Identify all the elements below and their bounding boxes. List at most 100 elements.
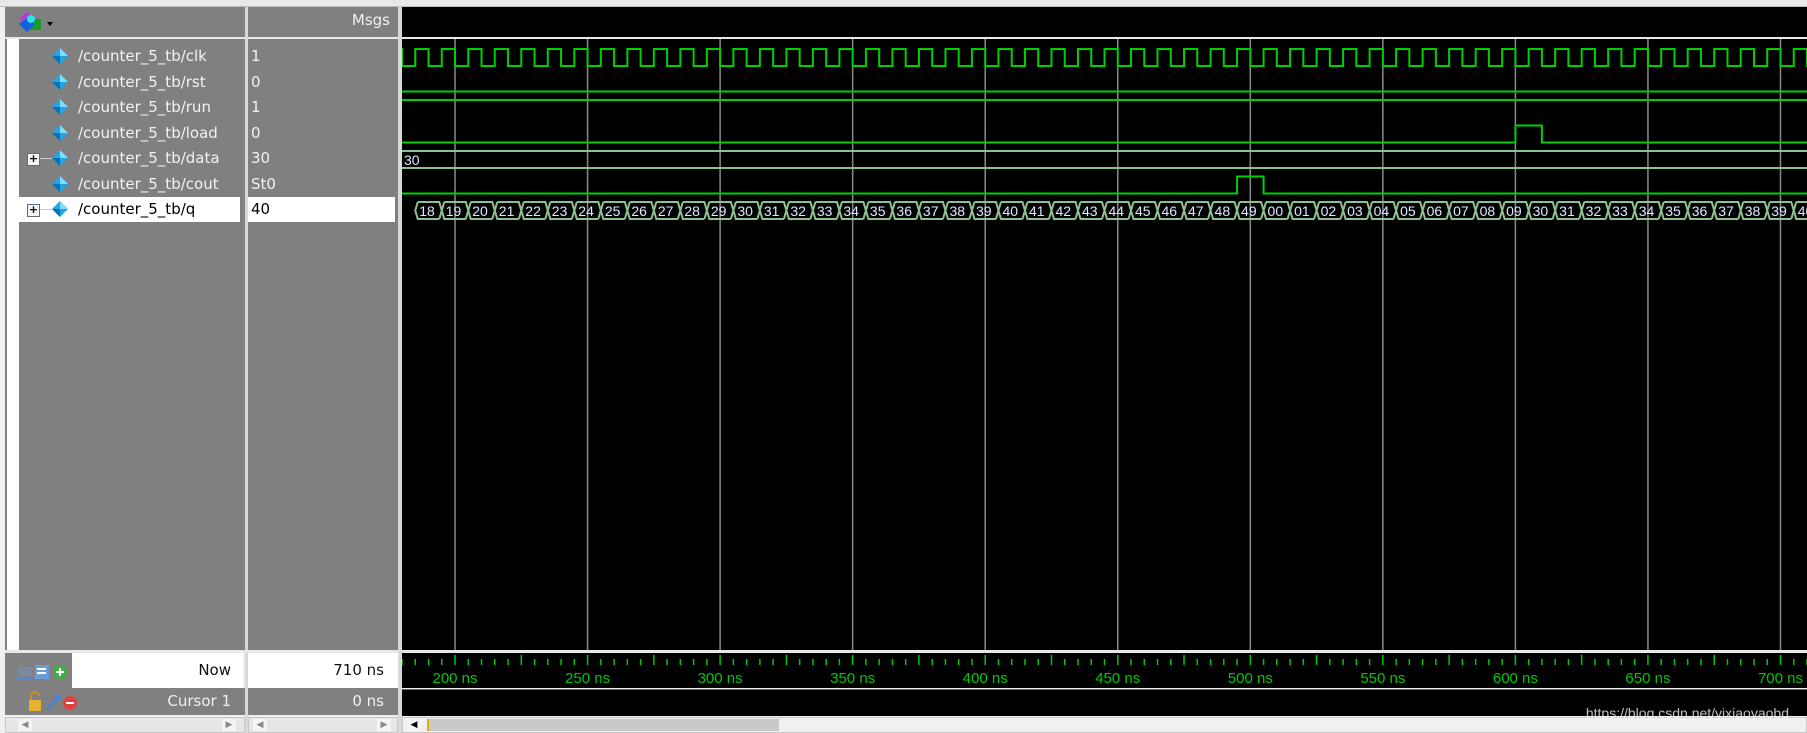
signal-diamond-icon xyxy=(52,150,68,166)
bus-value-label: 39 xyxy=(1771,203,1787,219)
insert-cursor-icon[interactable] xyxy=(15,667,33,679)
signal-row-rst[interactable]: /counter_5_tb/rst xyxy=(14,70,240,95)
signal-name: /counter_5_tb/cout xyxy=(78,174,219,193)
bus-value-label: 19 xyxy=(446,203,462,219)
bus-value-label: 40 xyxy=(1002,203,1018,219)
bus-value-label: 46 xyxy=(1162,203,1178,219)
bus-value-label: 35 xyxy=(870,203,886,219)
bus-value-label: 49 xyxy=(1241,203,1257,219)
wrench-icon[interactable] xyxy=(45,694,61,711)
bus-value-label: 23 xyxy=(552,203,568,219)
signal-row-load[interactable]: /counter_5_tb/load xyxy=(14,121,240,146)
bus-value-label: 03 xyxy=(1347,203,1363,219)
clk-waveform xyxy=(334,48,1807,67)
tree-line xyxy=(40,158,52,159)
bus-value-label: 36 xyxy=(1692,203,1708,219)
scroll-thumb[interactable] xyxy=(427,719,779,731)
value-pane-scrollbar[interactable]: ◀ ▶ xyxy=(248,717,398,733)
cursor-label: Cursor 1 xyxy=(167,692,231,710)
signal-value: 0 xyxy=(251,123,261,142)
signal-row-run[interactable]: /counter_5_tb/run xyxy=(14,95,240,120)
time-label: 700 ns xyxy=(1758,670,1803,687)
now-label: Now xyxy=(72,653,243,688)
time-label: 350 ns xyxy=(830,670,875,687)
bus-value-label: 06 xyxy=(1427,203,1443,219)
name-pane-scrollbar[interactable]: ◀ ▶ xyxy=(5,717,245,733)
time-label: 250 ns xyxy=(565,670,610,687)
bus-value-label: 01 xyxy=(1294,203,1310,219)
time-axis[interactable]: 200 ns 250 ns 300 ns 350 ns 400 ns 450 ns 500 … xyxy=(401,653,1807,688)
bus-value-label: 45 xyxy=(1135,203,1151,219)
bus-value-label: 41 xyxy=(1029,203,1045,219)
scroll-left-icon[interactable]: ◀ xyxy=(407,719,421,731)
bus-value-label: 37 xyxy=(923,203,939,219)
signal-value: St0 xyxy=(251,174,276,193)
bus-value-label: 26 xyxy=(631,203,647,219)
msgs-header: Msgs xyxy=(351,11,390,29)
bus-value-label: 37 xyxy=(1718,203,1734,219)
scroll-right-icon[interactable]: ▶ xyxy=(222,719,236,731)
bus-value-label: 04 xyxy=(1374,203,1390,219)
now-row-icons xyxy=(5,653,72,688)
bus-value-label: 00 xyxy=(1268,203,1284,219)
bus-value-label: 05 xyxy=(1400,203,1416,219)
wave-layers-icon[interactable] xyxy=(19,10,59,34)
time-label: 400 ns xyxy=(963,670,1008,687)
expand-icon[interactable]: + xyxy=(27,204,40,217)
add-cursor-icon[interactable] xyxy=(53,665,67,679)
expand-icon[interactable]: + xyxy=(27,153,40,166)
lock-icon[interactable] xyxy=(29,691,41,711)
bus-value-label: 18 xyxy=(419,203,435,219)
cursor-row[interactable]: Cursor 1 xyxy=(5,688,245,715)
scroll-right-icon[interactable]: ▶ xyxy=(377,719,391,731)
value-pane-header: Msgs xyxy=(248,7,398,37)
tree-line xyxy=(40,209,52,210)
bus-value-label: 22 xyxy=(525,203,541,219)
signal-diamond-icon xyxy=(52,73,68,90)
signal-row-clk[interactable]: /counter_5_tb/clk xyxy=(14,44,240,69)
bus-value-label: 38 xyxy=(1745,203,1761,219)
scroll-left-icon[interactable]: ◀ xyxy=(253,719,267,731)
signal-value: 30 xyxy=(251,149,271,167)
signal-diamond-icon xyxy=(52,48,68,64)
time-label: 300 ns xyxy=(698,670,743,687)
bus-value-label: 33 xyxy=(817,203,833,219)
waveform-canvas[interactable]: 30 18 19 20 21 22 23 24 25 26 27 28 29 30 31 32 33 34 35 36… xyxy=(334,39,1807,652)
bus-value-label: 30 xyxy=(404,152,420,168)
signal-name: /counter_5_tb/clk xyxy=(78,47,207,65)
delete-cursor-icon[interactable] xyxy=(63,696,77,710)
signal-value: 0 xyxy=(251,72,261,91)
signal-name: /counter_5_tb/load xyxy=(78,123,218,142)
signal-row-cout[interactable]: /counter_5_tb/cout xyxy=(14,172,240,197)
signal-name: /counter_5_tb/data xyxy=(78,149,220,167)
time-label: 500 ns xyxy=(1228,670,1273,687)
bus-value-label: 29 xyxy=(711,203,727,219)
signal-row-q[interactable]: + /counter_5_tb/q xyxy=(14,197,240,222)
cout-waveform xyxy=(402,175,1807,195)
signal-diamond-icon xyxy=(52,175,68,192)
cursor-list-icon[interactable] xyxy=(35,665,49,679)
bus-value-label: 30 xyxy=(737,203,753,219)
waveform-pane[interactable]: 30 18 19 20 21 22 23 24 25 26 27 28 29 30 31 32 33 34 35 36… xyxy=(334,37,1807,652)
bus-value-label: 02 xyxy=(1321,203,1337,219)
bus-value-label: 48 xyxy=(1215,203,1231,219)
bus-value-label: 07 xyxy=(1453,203,1469,219)
top-strip xyxy=(0,0,1807,7)
bus-value-label: 30 xyxy=(1533,203,1549,219)
bus-value-label: 24 xyxy=(578,203,594,219)
bus-value-label: 32 xyxy=(790,203,806,219)
signal-value: 1 xyxy=(251,47,261,65)
signal-diamond-icon xyxy=(52,124,68,141)
bus-value-label: 33 xyxy=(1612,203,1628,219)
signal-diamond-icon xyxy=(52,99,68,115)
watermark: https://blog.csdn.net/yixiaoyaobd xyxy=(1585,705,1789,721)
bus-value-label: 47 xyxy=(1188,203,1204,219)
time-label: 650 ns xyxy=(1625,670,1670,687)
scroll-left-icon[interactable]: ◀ xyxy=(18,719,32,731)
signal-row-data[interactable]: + /counter_5_tb/data xyxy=(14,146,240,171)
bus-value-label: 38 xyxy=(949,203,965,219)
bus-value-label: 44 xyxy=(1109,203,1125,219)
signal-value: 1 xyxy=(251,98,261,116)
bus-value-label: 40 xyxy=(1798,203,1807,219)
bus-value-label: 31 xyxy=(1559,203,1575,219)
